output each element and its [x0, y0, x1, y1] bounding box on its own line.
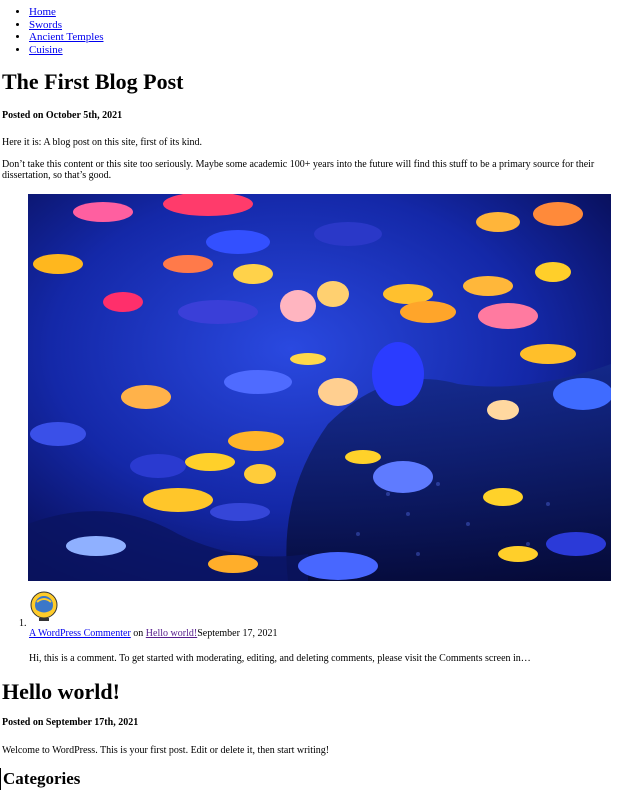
page: Home Swords Ancient Temples Cuisine The …	[0, 0, 635, 803]
nav-item-ancient-temples: Ancient Temples	[29, 31, 103, 44]
nav-item-swords: Swords	[29, 19, 103, 32]
post-title: The First Blog Post	[2, 69, 184, 94]
post-title: Hello world!	[2, 679, 120, 704]
nav-item-cuisine: Cuisine	[29, 44, 103, 57]
nav-item-home: Home	[29, 6, 103, 19]
comment-on-text: on	[133, 628, 144, 639]
comment-author-link[interactable]: A WordPress Commenter	[29, 628, 131, 639]
post-date: Posted on October 5th, 2021	[2, 110, 123, 121]
comment-post-link[interactable]: Hello world!	[146, 628, 197, 639]
post-date: Posted on September 17th, 2021	[2, 717, 139, 728]
comment-excerpt: Hi, this is a comment. To get started wi…	[29, 653, 531, 664]
categories-heading: Categories	[0, 768, 80, 790]
nav-link-ancient-temples[interactable]: Ancient Temples	[29, 31, 103, 43]
comment-meta: A WordPress Commenter on Hello world!Sep…	[29, 628, 277, 639]
post-paragraph: Welcome to WordPress. This is your first…	[2, 745, 330, 756]
nav-link-home[interactable]: Home	[29, 6, 56, 18]
nav-link-swords[interactable]: Swords	[29, 19, 62, 31]
comment-date: September 17, 2021	[197, 628, 278, 639]
main-nav: Home Swords Ancient Temples Cuisine	[0, 6, 103, 56]
nav-link-cuisine[interactable]: Cuisine	[29, 44, 63, 56]
comment-number: 1.	[19, 618, 27, 629]
aquarium-fish-image	[28, 194, 611, 581]
post-paragraph: Here it is: A blog post on this site, fi…	[2, 137, 202, 148]
commenter-avatar	[29, 590, 59, 622]
post-paragraph: Don’t take this content or this site too…	[2, 159, 595, 181]
